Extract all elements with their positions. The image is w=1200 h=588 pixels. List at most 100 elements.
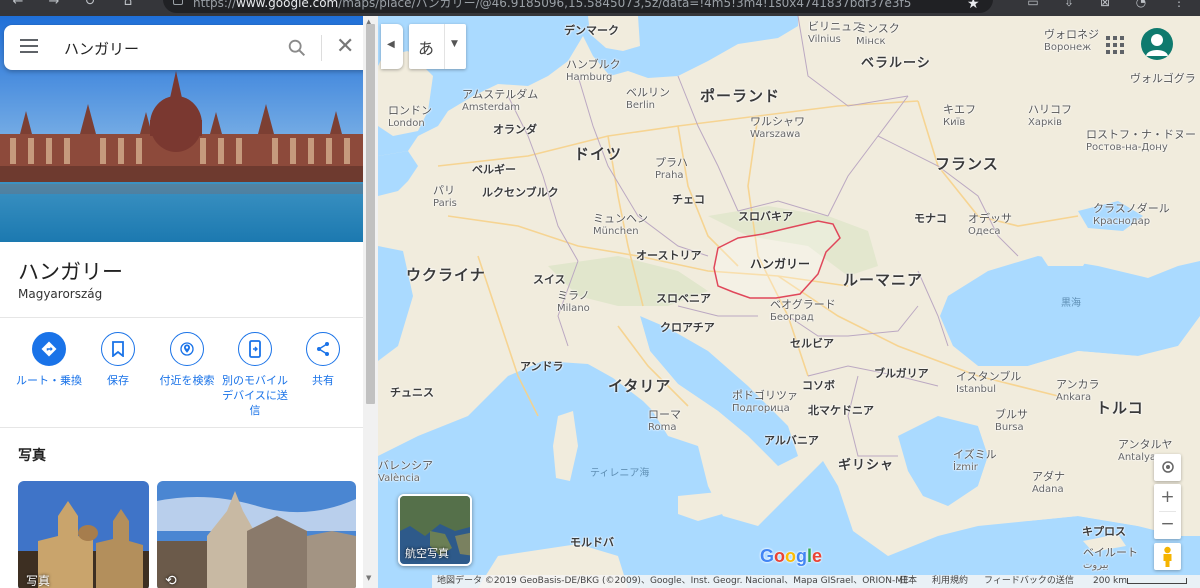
map-label-belarus[interactable]: ベラルーシ	[861, 57, 931, 70]
region-link[interactable]: 日本	[899, 575, 917, 588]
map-label-istanbul[interactable]: イスタンブル Istanbul	[956, 370, 1021, 396]
map-label-monaco[interactable]: アンドラ	[520, 360, 564, 373]
map-label-podgorica[interactable]: ポドゴリツァ Подгорица	[732, 389, 798, 415]
map-label-antalya[interactable]: アダナ Adana	[1032, 470, 1065, 496]
input-tools-button[interactable]: あ ▼	[409, 24, 466, 69]
address-bar[interactable]: https://www.google.com/maps/place/ハンガリー/…	[163, 0, 993, 13]
photo-thumbnail[interactable]: 写真	[18, 481, 149, 588]
map-label-warsaw[interactable]: ワルシャワ Warszawa	[750, 115, 805, 141]
map-label-rome[interactable]: ローマ Roma	[648, 408, 681, 434]
map-label-izmir[interactable]: イズミル İzmir	[953, 448, 997, 474]
map-label-voronezh[interactable]: ヴォロネジ Воронеж	[1044, 28, 1099, 54]
hamburger-menu-icon[interactable]	[20, 39, 38, 55]
map-label-munich[interactable]: ミュンヘン München	[593, 212, 648, 238]
extension-icon[interactable]: ⊠	[1098, 0, 1112, 9]
map-label-tunis[interactable]: モルドバ	[570, 536, 614, 549]
reload-icon[interactable]: ↻	[82, 0, 98, 10]
map-label-north-macedonia[interactable]: 北マケドニア	[808, 404, 874, 417]
search-box[interactable]: ハンガリー ✕	[4, 25, 371, 70]
account-icon[interactable]: ◔	[1134, 0, 1148, 9]
map-label-milan[interactable]: ミラノ Milano	[557, 289, 590, 315]
map-label-black-sea[interactable]: 黒海	[1061, 297, 1081, 310]
map-label-minsk[interactable]: ミンスク Мінск	[856, 22, 900, 48]
map-label-denmark[interactable]: デンマーク	[564, 24, 619, 37]
photo-thumbnail[interactable]: ⟲	[157, 481, 356, 588]
map-label-croatia[interactable]: クロアチア	[660, 321, 715, 334]
map-label-berlin[interactable]: ベルリン Berlin	[626, 86, 670, 112]
map-label-ukraine[interactable]: フランス	[935, 157, 999, 172]
map-label-cyprus[interactable]: キプロス	[1082, 525, 1126, 538]
map-label-switzerland[interactable]: スイス	[533, 273, 566, 286]
map-canvas[interactable]: デンマーク ビリニュス Vilnius ミンスク Мінск ベラルーシ ヴォロネジ…	[378, 16, 1200, 588]
download-icon[interactable]: ⇩	[1062, 0, 1076, 9]
map-label-beirut[interactable]: ベイルート بيروت	[1083, 546, 1138, 572]
map-label-albania[interactable]: アルバニア	[764, 434, 819, 447]
map-label-vilnius[interactable]: ビリニュス Vilnius	[808, 20, 863, 46]
collapse-panel-button[interactable]: ◀	[381, 24, 403, 69]
map-label-luxembourg[interactable]: ルクセンブルク	[482, 186, 559, 199]
map-label-serbia[interactable]: セルビア	[790, 337, 834, 350]
street-view-pegman-button[interactable]	[1154, 543, 1181, 570]
map-label-slovenia[interactable]: スロベニア	[656, 292, 711, 305]
map-label-belgium[interactable]: ベルギー	[472, 163, 516, 176]
nearby-button[interactable]: 付近を検索	[152, 332, 222, 388]
map-label-hungary[interactable]: ハンガリー	[750, 258, 810, 271]
map-label-austria[interactable]: オーストリア	[636, 249, 701, 262]
map-label-rostov[interactable]: ロストフ・ナ・ドヌー Ростов-на-Дону	[1086, 128, 1196, 154]
satellite-toggle-button[interactable]: 航空写真	[398, 494, 472, 566]
map-label-amsterdam[interactable]: アムステルダム Amsterdam	[462, 88, 538, 114]
map-label-moldova[interactable]: モナコ	[914, 212, 947, 225]
home-icon[interactable]: ⌂	[120, 0, 136, 10]
map-label-andorra[interactable]: チュニス	[390, 386, 434, 399]
search-icon[interactable]	[286, 37, 308, 59]
map-label-greece[interactable]: ギリシャ	[838, 459, 894, 472]
map-label-netherlands[interactable]: オランダ	[493, 123, 537, 136]
bookmark-star-icon[interactable]: ★	[967, 0, 980, 12]
share-button[interactable]: 共有	[288, 332, 358, 388]
map-label-germany[interactable]: ドイツ	[574, 147, 622, 162]
map-label-france[interactable]: ウクライナ	[406, 268, 486, 283]
feedback-link[interactable]: フィードバックの送信	[984, 575, 1074, 588]
directions-button[interactable]: ルート・乗換	[14, 332, 84, 388]
map-label-prague[interactable]: プラハ Praha	[655, 156, 688, 182]
search-input[interactable]: ハンガリー	[64, 38, 139, 59]
apps-grid-icon[interactable]	[1106, 36, 1124, 54]
map-label-volgograd[interactable]: ヴォルゴグラ	[1130, 72, 1196, 85]
map-label-czech[interactable]: チェコ	[672, 193, 705, 206]
map-label-hamburg[interactable]: ハンブルク Hamburg	[566, 58, 621, 84]
scroll-down-arrow-icon[interactable]: ▼	[366, 574, 371, 582]
map-label-tyrrhenian-sea[interactable]: ティレニア海	[590, 467, 649, 480]
map-label-turkey[interactable]: トルコ	[1096, 401, 1144, 416]
map-label-paris[interactable]: パリ Paris	[433, 184, 457, 210]
chevron-down-icon[interactable]: ▼	[451, 39, 458, 49]
map-label-kharkiv[interactable]: ハリコフ Харків	[1028, 103, 1072, 129]
forward-arrow-icon[interactable]: →	[46, 0, 62, 10]
map-label-bursa[interactable]: ブルサ Bursa	[995, 408, 1028, 434]
map-label-romania[interactable]: ルーマニア	[843, 273, 923, 288]
map-label-kosovo[interactable]: コソボ	[802, 379, 835, 392]
my-location-button[interactable]	[1154, 454, 1181, 481]
map-label-slovakia[interactable]: スロバキア	[738, 210, 793, 223]
panel-scroll-thumb[interactable]	[366, 24, 375, 404]
map-label-italy[interactable]: イタリア	[608, 379, 671, 394]
map-label-bulgaria[interactable]: ブルガリア	[874, 367, 929, 380]
map-label-ankara[interactable]: アンカラ Ankara	[1056, 378, 1100, 404]
map-label-belgrade[interactable]: ベオグラード Београд	[770, 298, 836, 324]
avatar[interactable]	[1141, 28, 1173, 60]
extension-chat-icon[interactable]: ▭	[1026, 0, 1040, 9]
scale-label[interactable]: 200 km	[1093, 575, 1127, 588]
browser-menu-icon[interactable]: ⋮	[1172, 0, 1186, 9]
terms-link[interactable]: 利用規約	[932, 575, 968, 588]
map-label-valencia[interactable]: バレンシア València	[378, 459, 433, 485]
save-button[interactable]: 保存	[83, 332, 153, 388]
map-label-london[interactable]: ロンドン London	[388, 104, 432, 130]
send-to-device-button[interactable]: 別のモバイルデバイスに送信	[220, 332, 290, 418]
back-arrow-icon[interactable]: ←	[10, 0, 26, 10]
map-label-poland[interactable]: ポーランド	[700, 89, 780, 104]
map-label-kyiv[interactable]: キエフ Київ	[943, 103, 976, 129]
map-label-odessa[interactable]: オデッサ Одеса	[968, 212, 1012, 238]
map-label-krasnodar[interactable]: クラスノダール Краснодар	[1093, 202, 1170, 228]
zoom-in-button[interactable]: +	[1154, 484, 1181, 511]
zoom-out-button[interactable]: −	[1154, 511, 1181, 538]
close-icon[interactable]: ✕	[336, 33, 354, 61]
